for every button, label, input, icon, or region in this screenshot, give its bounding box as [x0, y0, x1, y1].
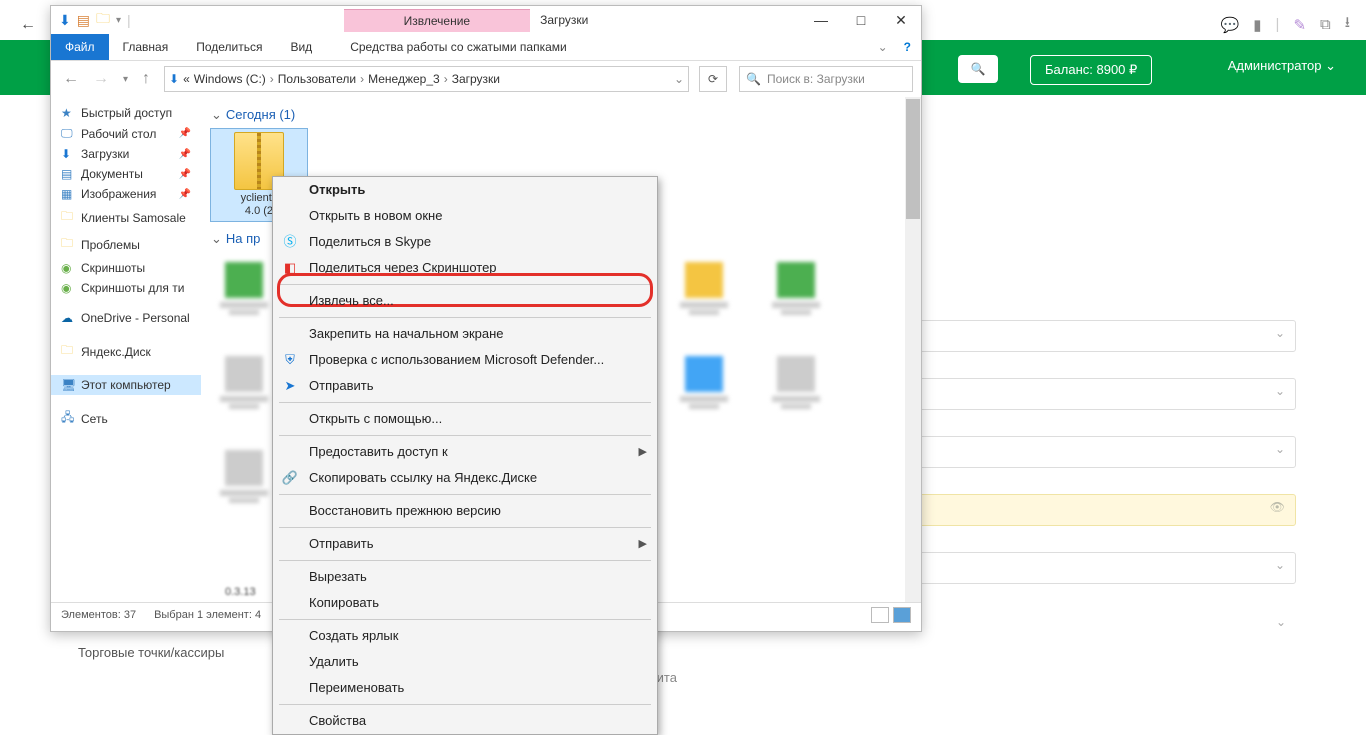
balance-badge[interactable]: Баланс: 8900 ₽ [1030, 55, 1152, 85]
bookmark-icon[interactable]: ▮ [1253, 16, 1261, 34]
window-title: Загрузки [540, 13, 588, 27]
nav-problems[interactable]: 🗀Проблемы [51, 231, 201, 258]
tab-home[interactable]: Главная [109, 34, 183, 60]
ctx-delete[interactable]: Удалить [273, 649, 657, 675]
nav-downloads[interactable]: ⬇Загрузки📌 [51, 144, 201, 164]
ctx-rename[interactable]: Переименовать [273, 675, 657, 701]
nav-network[interactable]: 🖧Сеть [51, 405, 201, 432]
maximize-button[interactable]: □ [841, 6, 881, 34]
ctx-share-skype[interactable]: ⓈПоделиться в Skype [273, 229, 657, 255]
search-box[interactable]: 🔍 Поиск в: Загрузки [739, 66, 913, 92]
nav-screenshots[interactable]: ◉Скриншоты [51, 258, 201, 278]
tab-compressed-tools[interactable]: Средства работы со сжатыми папками [336, 34, 581, 60]
refresh-button[interactable]: ⟳ [699, 66, 727, 92]
nav-forward: → [89, 70, 113, 88]
nav-documents[interactable]: ▤Документы📌 [51, 164, 201, 184]
ctx-share-access[interactable]: Предоставить доступ к▶ [273, 439, 657, 465]
ctx-copy-yadisk-link[interactable]: 🔗Скопировать ссылку на Яндекс.Диске [273, 465, 657, 491]
nav-back[interactable]: ← [59, 70, 83, 88]
nav-this-pc[interactable]: 🖥Этот компьютер [51, 375, 201, 395]
minimize-button[interactable]: — [801, 6, 841, 34]
item-count: Элементов: 37 [61, 609, 136, 621]
nav-recent[interactable]: ▾ [119, 74, 132, 85]
nav-yandex-disk[interactable]: 🗀Яндекс.Диск [51, 338, 201, 365]
help-icon[interactable]: ? [894, 34, 921, 60]
ctx-send[interactable]: ➤Отправить [273, 373, 657, 399]
ctx-restore-version[interactable]: Восстановить прежнюю версию [273, 498, 657, 524]
tab-share[interactable]: Поделиться [182, 34, 276, 60]
nav-up[interactable]: ↑ [138, 70, 154, 88]
ctx-extract-all[interactable]: Извлечь все... [273, 288, 657, 314]
download-icon: ⬇ [169, 72, 179, 86]
search-icon: 🔍 [746, 72, 761, 86]
navigation-pane: ★Быстрый доступ 🖵Рабочий стол📌 ⬇Загрузки… [51, 97, 201, 602]
search-button[interactable]: 🔍 [958, 55, 998, 83]
address-bar[interactable]: ⬇ « Windows (C:)› Пользователи› Менеджер… [164, 66, 689, 92]
extensions-icon[interactable]: ⧉ [1320, 16, 1331, 33]
back-arrow[interactable]: ← [20, 16, 36, 34]
nav-clients[interactable]: 🗀Клиенты Samosale [51, 204, 201, 231]
tab-file[interactable]: Файл [51, 34, 109, 60]
section-label: Торговые точки/кассиры [78, 645, 224, 660]
admin-menu[interactable]: Администратор ⌄ [1228, 58, 1336, 74]
address-bar-row: ← → ▾ ↑ ⬇ « Windows (C:)› Пользователи› … [51, 61, 921, 97]
download-icon[interactable]: ⬇ [59, 12, 71, 29]
ctx-open-with[interactable]: Открыть с помощью... [273, 406, 657, 432]
nav-screenshots-2[interactable]: ◉Скриншоты для ти [51, 278, 201, 298]
selection-info: Выбран 1 элемент: 4 [154, 609, 261, 621]
contextual-tab-extract[interactable]: Извлечение [344, 9, 530, 32]
ctx-defender-scan[interactable]: ⛨Проверка с использованием Microsoft Def… [273, 347, 657, 373]
properties-icon[interactable]: ▤ [77, 12, 90, 29]
nav-pictures[interactable]: ▦Изображения📌 [51, 184, 201, 204]
nav-desktop[interactable]: 🖵Рабочий стол📌 [51, 123, 201, 144]
ctx-copy[interactable]: Копировать [273, 590, 657, 616]
edit-icon[interactable]: ✎ [1293, 16, 1306, 34]
nav-onedrive[interactable]: ☁OneDrive - Personal [51, 308, 201, 328]
group-today[interactable]: ⌄Сегодня (1) [211, 107, 911, 123]
ctx-pin-start[interactable]: Закрепить на начальном экране [273, 321, 657, 347]
download-icon[interactable]: ⭳ [1345, 12, 1350, 37]
close-button[interactable]: ✕ [881, 6, 921, 34]
context-menu: Открыть Открыть в новом окне ⓈПоделиться… [272, 176, 658, 735]
ctx-share-screenshoter[interactable]: ◧Поделиться через Скриншотер [273, 255, 657, 281]
view-details[interactable] [871, 607, 889, 623]
ctx-open-new-window[interactable]: Открыть в новом окне [273, 203, 657, 229]
quick-access-toolbar: ⬇ ▤ 🗀 ▾ | [51, 8, 139, 32]
ribbon-tabs: Файл Главная Поделиться Вид Средства раб… [51, 34, 921, 61]
titlebar: ⬇ ▤ 🗀 ▾ | Извлечение Загрузки — □ ✕ [51, 6, 921, 34]
browser-toolbar-icons: 💬 ▮ | ✎ ⧉ ⭳ [1221, 12, 1350, 37]
qat-dropdown[interactable]: ▾ [116, 15, 121, 26]
tab-view[interactable]: Вид [276, 34, 326, 60]
ctx-create-shortcut[interactable]: Создать ярлык [273, 623, 657, 649]
scrollbar[interactable] [905, 97, 921, 602]
version-label: 0.3.13 [225, 586, 256, 598]
ctx-send-to[interactable]: Отправить▶ [273, 531, 657, 557]
view-icons[interactable] [893, 607, 911, 623]
ctx-open[interactable]: Открыть [273, 177, 657, 203]
ctx-cut[interactable]: Вырезать [273, 564, 657, 590]
nav-quick-access[interactable]: ★Быстрый доступ [51, 103, 201, 123]
chat-icon[interactable]: 💬 [1221, 16, 1240, 34]
ctx-properties[interactable]: Свойства [273, 708, 657, 734]
ribbon-collapse[interactable]: ⌄ [872, 34, 894, 60]
folder-icon[interactable]: 🗀 [96, 8, 110, 32]
